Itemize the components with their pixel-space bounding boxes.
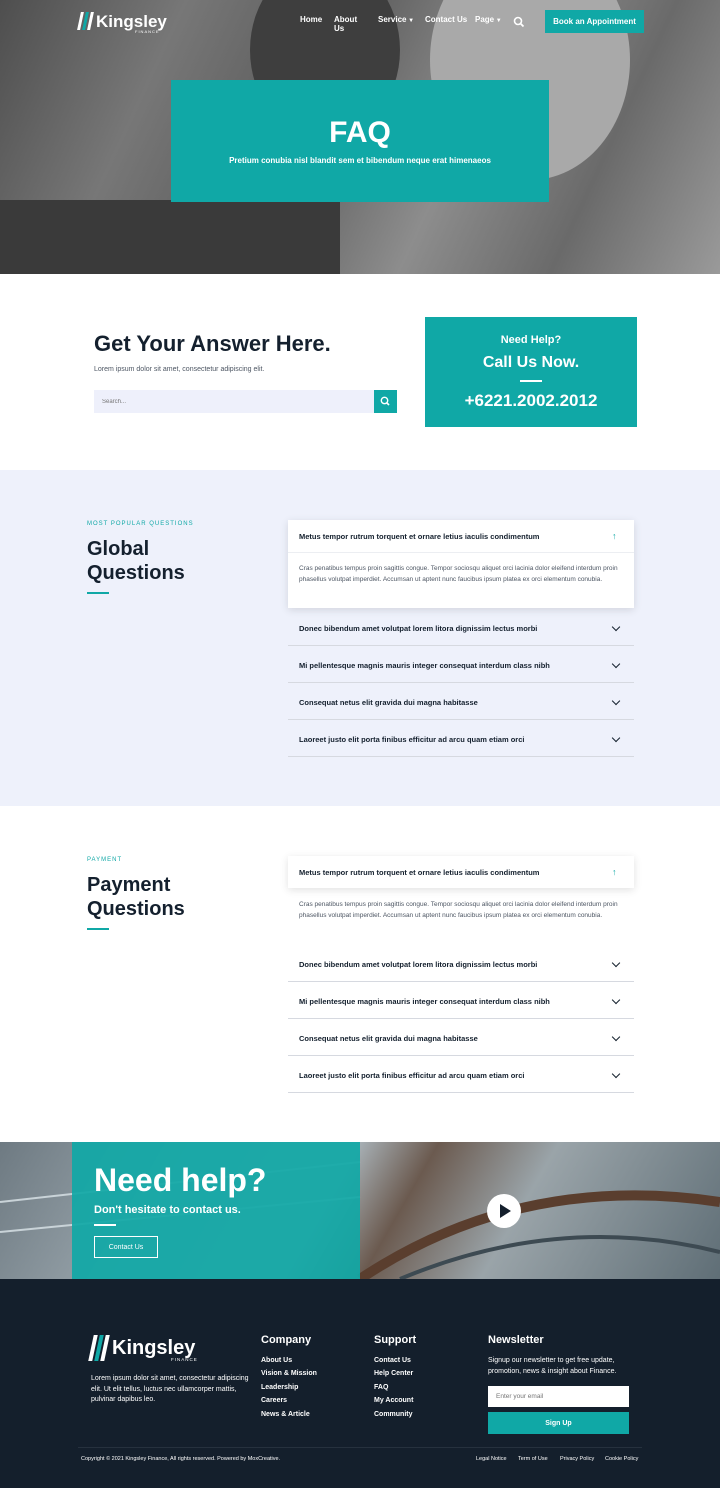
section-title-line1: Global (87, 538, 150, 560)
divider (78, 1447, 642, 1448)
logo-mark-icon (77, 12, 94, 30)
search-icon[interactable] (513, 15, 525, 28)
footer-link[interactable]: Leadership (261, 1384, 298, 1391)
accordion-question[interactable]: Laoreet justo elit porta finibus efficit… (299, 1071, 524, 1080)
need-help-label: Need Help? (500, 334, 562, 346)
footer-support-title: Support (374, 1334, 417, 1346)
accordion-question[interactable]: Consequat netus elit gravida dui magna h… (299, 698, 478, 707)
newsletter-desc: Signup our newsletter to get free update… (488, 1357, 617, 1375)
accordion-question[interactable]: Mi pellentesque magnis mauris integer co… (299, 661, 550, 670)
accordion-question[interactable]: Consequat netus elit gravida dui magna h… (299, 1034, 478, 1043)
section-eyebrow: MOST POPULAR QUESTIONS (87, 521, 194, 527)
search-input[interactable] (94, 390, 374, 413)
book-appointment-button[interactable]: Book an Appointment (545, 10, 644, 33)
footer-link[interactable]: Community (374, 1411, 413, 1418)
section-title-line2: Questions (87, 562, 185, 584)
footer-link[interactable]: My Account (374, 1397, 413, 1404)
section-title-line2: Questions (87, 898, 185, 920)
footer-newsletter-title: Newsletter (488, 1334, 544, 1346)
search-icon (380, 396, 390, 406)
legal-link[interactable]: Cookie Policy (605, 1456, 638, 1462)
call-us-box: Need Help? Call Us Now. +6221.2002.2012 (425, 317, 637, 427)
answer-desc: Lorem ipsum dolor sit amet, consectetur … (94, 366, 265, 373)
logo-text: Kingsley (96, 11, 167, 31)
nav-service-label: Service (378, 15, 407, 24)
divider (288, 552, 634, 553)
newsletter-email-input[interactable] (488, 1386, 629, 1407)
footer-link[interactable]: News & Article (261, 1411, 310, 1418)
logo-tagline: FINANCE (171, 1357, 198, 1362)
section-underline (87, 928, 109, 930)
help-subtitle: Don't hesitate to contact us. (94, 1204, 241, 1216)
footer-link[interactable]: FAQ (374, 1384, 388, 1391)
chevron-down-icon: ▼ (494, 18, 502, 24)
nav-contact[interactable]: Contact Us (425, 15, 467, 24)
play-video-button[interactable] (487, 1194, 521, 1228)
footer-link[interactable]: About Us (261, 1357, 292, 1364)
chevron-down-icon: ▼ (406, 18, 415, 24)
nav-home[interactable]: Home (300, 15, 322, 24)
divider (94, 1224, 116, 1226)
sign-up-button[interactable]: Sign Up (488, 1412, 629, 1434)
search-submit-button[interactable] (374, 390, 397, 413)
section-title-line1: Payment (87, 874, 171, 896)
help-title: Need help? (94, 1162, 267, 1198)
accordion-question[interactable]: Laoreet justo elit porta finibus efficit… (299, 735, 524, 744)
accordion-question[interactable]: Mi pellentesque magnis mauris integer co… (299, 997, 550, 1006)
contact-us-button[interactable]: Contact Us (94, 1236, 158, 1258)
accordion-question[interactable]: Metus tempor rutrum torquent et ornare l… (299, 868, 539, 877)
nav-page-label: Page (475, 15, 495, 24)
nav-about[interactable]: About Us (334, 15, 357, 33)
play-icon (500, 1204, 511, 1218)
footer-link[interactable]: Vision & Mission (261, 1370, 317, 1377)
logo-tagline: FINANCE (135, 29, 160, 34)
page-subtitle: Pretium conubia nisl blandit sem et bibe… (229, 156, 491, 165)
accordion-question[interactable]: Metus tempor rutrum torquent et ornare l… (299, 532, 539, 541)
divider (520, 380, 542, 382)
section-underline (87, 592, 109, 594)
footer-link[interactable]: Careers (261, 1397, 287, 1404)
call-now-label: Call Us Now. (482, 354, 580, 371)
accordion-question[interactable]: Donec bibendum amet volutpat lorem litor… (299, 960, 537, 969)
logo[interactable]: Kingsley FINANCE (77, 11, 167, 34)
accordion-question[interactable]: Donec bibendum amet volutpat lorem litor… (299, 624, 537, 633)
footer-link[interactable]: Help Center (374, 1370, 413, 1377)
answer-title: Get Your Answer Here. (94, 331, 331, 356)
hero-photo-shape (0, 200, 340, 274)
legal-link[interactable]: Term of Use (518, 1456, 548, 1462)
footer-company-title: Company (261, 1334, 312, 1346)
accordion-answer: Cras penatibus tempus proin sagittis con… (299, 901, 618, 919)
footer-link[interactable]: Contact Us (374, 1357, 411, 1364)
legal-link[interactable]: Privacy Policy (560, 1456, 594, 1462)
phone-number[interactable]: +6221.2002.2012 (425, 391, 637, 411)
page-title: FAQ (329, 116, 391, 149)
footer-about: Lorem ipsum dolor sit amet, consectetur … (91, 1375, 249, 1403)
nav-page[interactable]: Page ▼ (475, 15, 502, 24)
nav-service[interactable]: Service ▼ (378, 15, 414, 24)
arrow-up-icon[interactable]: ↑ (612, 531, 617, 541)
logo-mark-icon (88, 1335, 110, 1361)
arrow-up-icon[interactable]: ↑ (612, 867, 617, 877)
legal-link[interactable]: Legal Notice (476, 1456, 507, 1462)
copyright: Copyright © 2021 Kingsley Finance, All r… (81, 1456, 281, 1462)
accordion-answer: Cras penatibus tempus proin sagittis con… (299, 565, 618, 583)
section-eyebrow: PAYMENT (87, 857, 123, 863)
hero-title-box: FAQ Pretium conubia nisl blandit sem et … (171, 80, 549, 202)
